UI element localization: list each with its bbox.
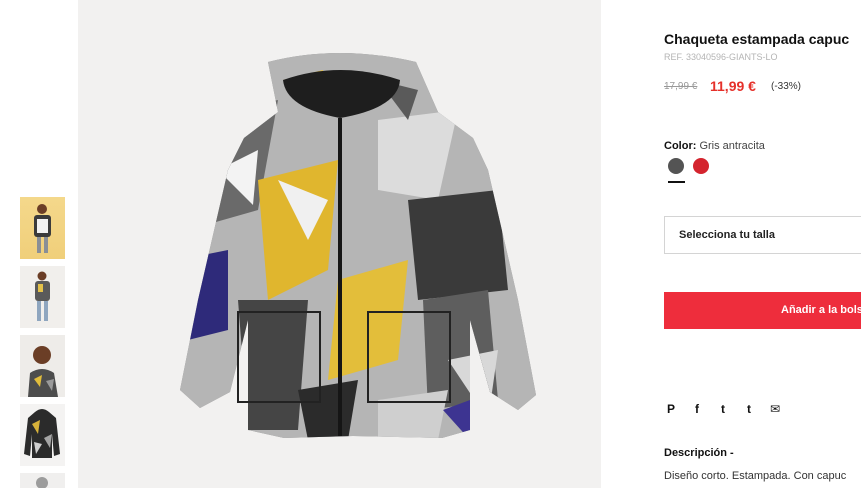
facebook-icon[interactable]: f bbox=[690, 401, 704, 417]
color-swatch-red[interactable] bbox=[693, 158, 709, 174]
jacket-photo-image bbox=[24, 409, 60, 458]
description-title[interactable]: Descripción - bbox=[664, 447, 734, 459]
color-label-row: Color: Gris antracita bbox=[664, 140, 765, 152]
thumbnail-1[interactable] bbox=[20, 197, 65, 259]
sale-price: 11,99 € bbox=[710, 78, 756, 94]
email-icon[interactable]: ✉ bbox=[768, 401, 782, 417]
product-reference: REF. 33040596-GIANTS-LO bbox=[664, 52, 778, 62]
selected-swatch-indicator bbox=[668, 181, 685, 183]
description-text: Diseño corto. Estampada. Con capuc bbox=[664, 470, 847, 482]
discount-badge: (-33%) bbox=[771, 81, 802, 92]
size-selector-label: Selecciona tu talla bbox=[679, 229, 775, 241]
tumblr-icon[interactable]: t bbox=[742, 401, 756, 417]
thumbnail-3[interactable] bbox=[20, 335, 65, 397]
color-value: Gris antracita bbox=[699, 140, 765, 152]
thumbnail-4[interactable] bbox=[20, 404, 65, 466]
kid-photo-image bbox=[34, 204, 51, 253]
product-info-panel: Chaqueta estampada capuc REF. 33040596-G… bbox=[664, 0, 861, 488]
kid-photo-image bbox=[36, 477, 48, 488]
add-to-cart-button[interactable]: Añadir a la bols bbox=[664, 292, 861, 329]
pinterest-icon[interactable]: P bbox=[664, 401, 678, 417]
thumbnail-list bbox=[20, 197, 66, 488]
kid-photo-image bbox=[35, 271, 50, 321]
size-selector[interactable]: Selecciona tu talla bbox=[664, 216, 861, 254]
original-price: 17,99 € bbox=[664, 81, 698, 92]
product-title: Chaqueta estampada capuc bbox=[664, 31, 850, 47]
add-to-cart-label: Añadir a la bols bbox=[781, 304, 861, 316]
color-swatch-gray[interactable] bbox=[668, 158, 684, 174]
thumbnail-5[interactable] bbox=[20, 473, 65, 488]
color-label: Color: bbox=[664, 140, 697, 152]
kid-photo-image bbox=[28, 346, 58, 397]
printed-hooded-jacket-image bbox=[180, 53, 536, 438]
twitter-icon[interactable]: t bbox=[716, 401, 730, 417]
main-product-image[interactable] bbox=[78, 0, 601, 488]
thumbnail-2[interactable] bbox=[20, 266, 65, 328]
